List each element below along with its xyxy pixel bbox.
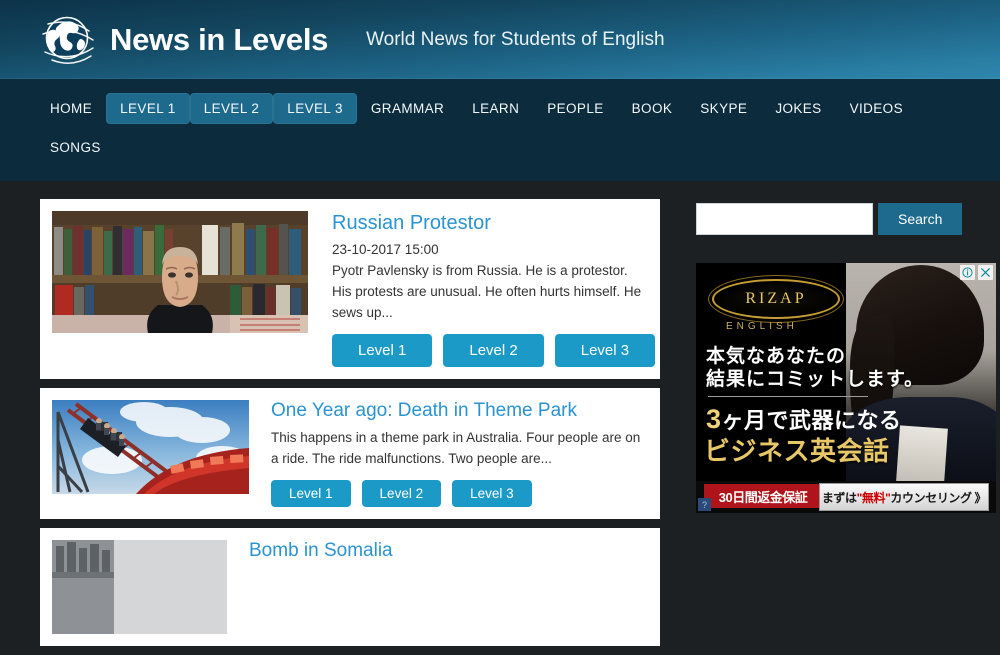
nav-item-skype: SKYPE bbox=[686, 93, 761, 124]
ad-divider bbox=[708, 396, 868, 397]
nav-link-videos[interactable]: VIDEOS bbox=[836, 93, 917, 124]
article-thumbnail[interactable] bbox=[52, 400, 249, 495]
level-2-button[interactable]: Level 2 bbox=[443, 334, 544, 368]
article-card[interactable]: Russian Protestor 23-10-2017 15:00 Pyotr… bbox=[40, 199, 660, 380]
level-button-row: Level 1 Level 2 Level 3 bbox=[271, 479, 648, 507]
ad-badges bbox=[960, 265, 993, 280]
article-card[interactable]: Bomb in Somalia bbox=[40, 527, 660, 646]
level-3-button[interactable]: Level 3 bbox=[554, 334, 656, 368]
info-icon[interactable] bbox=[960, 265, 975, 280]
globe-icon[interactable] bbox=[40, 11, 98, 69]
main-navigation: HOME LEVEL 1 LEVEL 2 LEVEL 3 GRAMMAR LEARN PEO… bbox=[0, 79, 1000, 181]
article-thumbnail[interactable] bbox=[52, 211, 308, 333]
level-1-button[interactable]: Level 1 bbox=[332, 334, 433, 368]
nav-link-skype[interactable]: SKYPE bbox=[686, 93, 761, 124]
ad-footer: 30日間返金保証 まずは "無料" カウンセリング 》 bbox=[696, 481, 996, 513]
nav-link-jokes[interactable]: JOKES bbox=[761, 93, 835, 124]
article-title[interactable]: Bomb in Somalia bbox=[249, 540, 648, 563]
ad-headline-line1: 本気なあなたの bbox=[706, 346, 847, 367]
ad-cta-button[interactable]: まずは "無料" カウンセリング 》 bbox=[819, 483, 989, 511]
nav-item-level-3: LEVEL 3 bbox=[273, 93, 357, 124]
ad-brand-name: RIZAP bbox=[745, 290, 807, 307]
level-2-button[interactable]: Level 2 bbox=[361, 479, 442, 507]
article-card[interactable]: One Year ago: Death in Theme Park This h… bbox=[40, 388, 660, 519]
article-body: One Year ago: Death in Theme Park This h… bbox=[271, 400, 648, 507]
nav-item-songs: SONGS bbox=[36, 132, 115, 163]
nav-item-people: PEOPLE bbox=[533, 93, 617, 124]
nav-item-grammar: GRAMMAR bbox=[357, 93, 458, 124]
level-button-row: Level 1 Level 2 Level 3 bbox=[332, 334, 656, 368]
article-thumbnail[interactable] bbox=[52, 539, 227, 634]
ad-sub-rest: ヶ月で武器になる bbox=[721, 408, 902, 433]
header-inner: News in Levels World News for Students o… bbox=[0, 0, 1000, 79]
ad-headline-line2: 結果にコミットします。 bbox=[706, 369, 925, 391]
article-excerpt: Pyotr Pavlensky is from Russia. He is a … bbox=[332, 263, 642, 321]
level-3-button[interactable]: Level 3 bbox=[452, 479, 532, 507]
ad-guarantee-badge: 30日間返金保証 bbox=[704, 484, 822, 508]
brand-title[interactable]: News in Levels bbox=[110, 22, 328, 58]
search-input[interactable] bbox=[696, 203, 873, 235]
ad-sub-number: 3 bbox=[706, 404, 722, 434]
site-header: News in Levels World News for Students o… bbox=[0, 0, 1000, 79]
ad-cta-pre: まずは bbox=[821, 490, 857, 505]
article-excerpt: This happens in a theme park in Australi… bbox=[271, 429, 641, 466]
nav-item-home: HOME bbox=[36, 93, 106, 124]
ad-brand-subtitle: ENGLISH bbox=[726, 321, 798, 332]
page-body: Russian Protestor 23-10-2017 15:00 Pyotr… bbox=[0, 181, 1000, 655]
nav-item-videos: VIDEOS bbox=[836, 93, 917, 124]
brand-tagline: World News for Students of English bbox=[366, 28, 665, 50]
nav-link-songs[interactable]: SONGS bbox=[36, 132, 115, 163]
nav-link-level-1[interactable]: LEVEL 1 bbox=[106, 93, 190, 124]
nav-item-level-1: LEVEL 1 bbox=[106, 93, 190, 124]
nav-link-learn[interactable]: LEARN bbox=[458, 93, 533, 124]
article-list: Russian Protestor 23-10-2017 15:00 Pyotr… bbox=[40, 199, 660, 655]
article-title[interactable]: Russian Protestor bbox=[332, 211, 648, 235]
search-button[interactable]: Search bbox=[878, 203, 963, 235]
search-form: Search bbox=[696, 203, 1000, 235]
ad-brand-logo: RIZAP ENGLISH bbox=[696, 263, 861, 343]
question-mark-icon[interactable]: ? bbox=[698, 498, 711, 511]
nav-link-home[interactable]: HOME bbox=[36, 93, 106, 124]
nav-item-learn: LEARN bbox=[458, 93, 533, 124]
sidebar: Search RIZAP ENGLISH 本気なあなたの 結果にコミットします。… bbox=[696, 199, 1000, 513]
advertisement-banner[interactable]: RIZAP ENGLISH 本気なあなたの 結果にコミットします。 3ヶ月で武器… bbox=[696, 263, 996, 513]
nav-item-book: BOOK bbox=[618, 93, 687, 124]
article-date: 23-10-2017 15:00 bbox=[332, 242, 439, 257]
ad-cta-free: "無料" bbox=[856, 490, 891, 505]
nav-link-grammar[interactable]: GRAMMAR bbox=[357, 93, 458, 124]
nav-link-people[interactable]: PEOPLE bbox=[533, 93, 617, 124]
article-body: Bomb in Somalia bbox=[249, 540, 648, 634]
ad-headline: 本気なあなたの 結果にコミットします。 bbox=[706, 345, 924, 391]
nav-item-jokes: JOKES bbox=[761, 93, 835, 124]
nav-item-level-2: LEVEL 2 bbox=[189, 93, 274, 124]
level-1-button[interactable]: Level 1 bbox=[271, 479, 351, 507]
nav-link-level-2[interactable]: LEVEL 2 bbox=[189, 93, 274, 124]
nav-list: HOME LEVEL 1 LEVEL 2 LEVEL 3 GRAMMAR LEARN PEO… bbox=[0, 89, 1000, 167]
ad-subheadline-2: ビジネス英会話 bbox=[704, 436, 890, 466]
ad-cta-post: カウンセリング 》 bbox=[890, 490, 987, 505]
article-title[interactable]: One Year ago: Death in Theme Park bbox=[271, 400, 648, 423]
nav-link-book[interactable]: BOOK bbox=[618, 93, 687, 124]
nav-link-level-3[interactable]: LEVEL 3 bbox=[273, 93, 357, 124]
close-icon[interactable] bbox=[978, 265, 993, 280]
article-body: Russian Protestor 23-10-2017 15:00 Pyotr… bbox=[332, 211, 656, 368]
